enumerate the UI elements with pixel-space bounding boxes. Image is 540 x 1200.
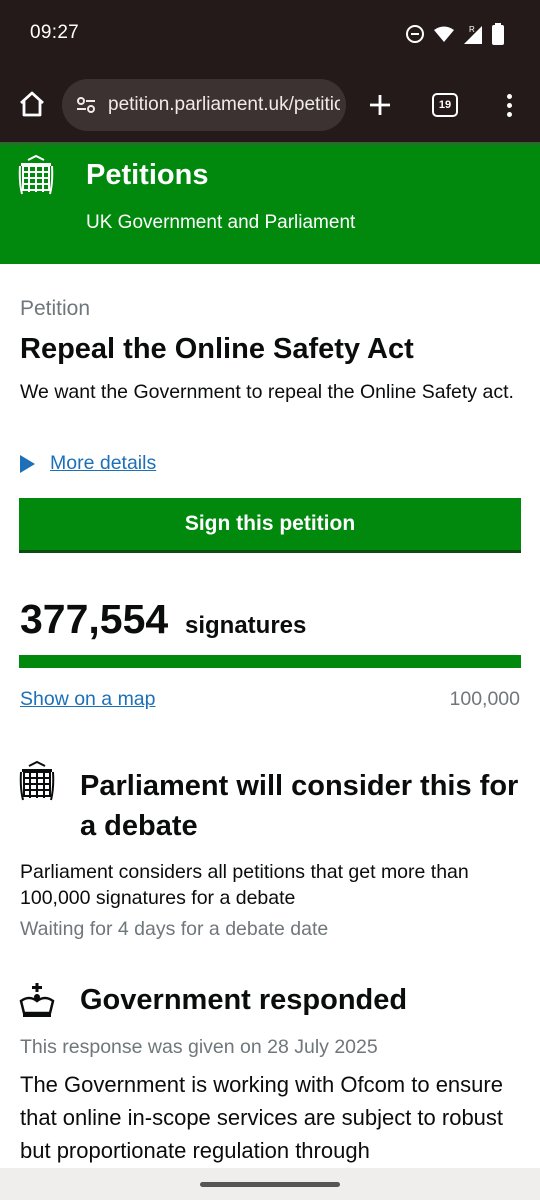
site-settings-icon[interactable] [76, 96, 96, 114]
portcullis-icon [19, 760, 55, 801]
battery-icon [492, 23, 504, 45]
petition-summary: We want the Government to repeal the Onl… [20, 381, 514, 403]
home-button[interactable] [14, 84, 50, 124]
crown-icon [19, 983, 55, 1017]
show-on-map-link[interactable]: Show on a map [20, 688, 156, 711]
status-bar: 09:27 R [0, 0, 540, 68]
more-vert-icon [506, 93, 512, 99]
do-not-disturb-icon [406, 25, 424, 43]
more-details-link[interactable]: More details [50, 452, 156, 475]
more-details-toggle[interactable]: More details [20, 452, 156, 475]
header-rule [0, 142, 540, 145]
home-icon [20, 91, 44, 117]
system-navigation-bar [0, 1168, 540, 1200]
government-heading: Government responded [80, 984, 408, 1016]
signature-label: signatures [185, 612, 307, 639]
debate-waiting-status: Waiting for 4 days for a debate date [20, 918, 329, 940]
svg-text:R: R [469, 25, 475, 34]
signature-count: 377,554 [20, 596, 169, 642]
browser-toolbar: petition.parliament.uk/petitions/722903 … [0, 68, 540, 142]
url-text[interactable]: petition.parliament.uk/petitions/722903 [108, 94, 340, 116]
status-icons: R [406, 22, 504, 46]
signature-progress-bar [19, 655, 521, 668]
tabs-button[interactable]: 19 [432, 93, 458, 117]
signal-icon: R [464, 24, 482, 44]
petition-title: Repeal the Online Safety Act [20, 333, 414, 365]
address-bar[interactable]: petition.parliament.uk/petitions/722903 [62, 79, 346, 131]
portcullis-icon[interactable] [18, 154, 54, 198]
more-menu-button[interactable] [498, 85, 520, 125]
government-response-text: The Government is working with Ofcom to … [20, 1072, 504, 1163]
site-header: Petitions UK Government and Parliament [0, 142, 540, 264]
signature-progress-fill [19, 655, 521, 668]
wifi-icon [434, 26, 454, 42]
status-time: 09:27 [30, 22, 80, 43]
site-subtitle: UK Government and Parliament [86, 212, 356, 233]
site-title[interactable]: Petitions [86, 159, 208, 192]
response-date: This response was given on 28 July 2025 [20, 1036, 378, 1058]
plus-icon [370, 95, 390, 115]
new-tab-button[interactable] [362, 85, 398, 125]
disclosure-triangle-icon [20, 454, 35, 473]
sign-petition-button[interactable]: Sign this petition [19, 498, 521, 553]
debate-heading: Parliament will consider this for a deba… [80, 770, 519, 842]
debate-description: Parliament considers all petitions that … [20, 861, 469, 909]
gesture-handle[interactable] [200, 1182, 340, 1187]
petition-label: Petition [20, 297, 91, 320]
signature-threshold: 100,000 [449, 688, 521, 710]
